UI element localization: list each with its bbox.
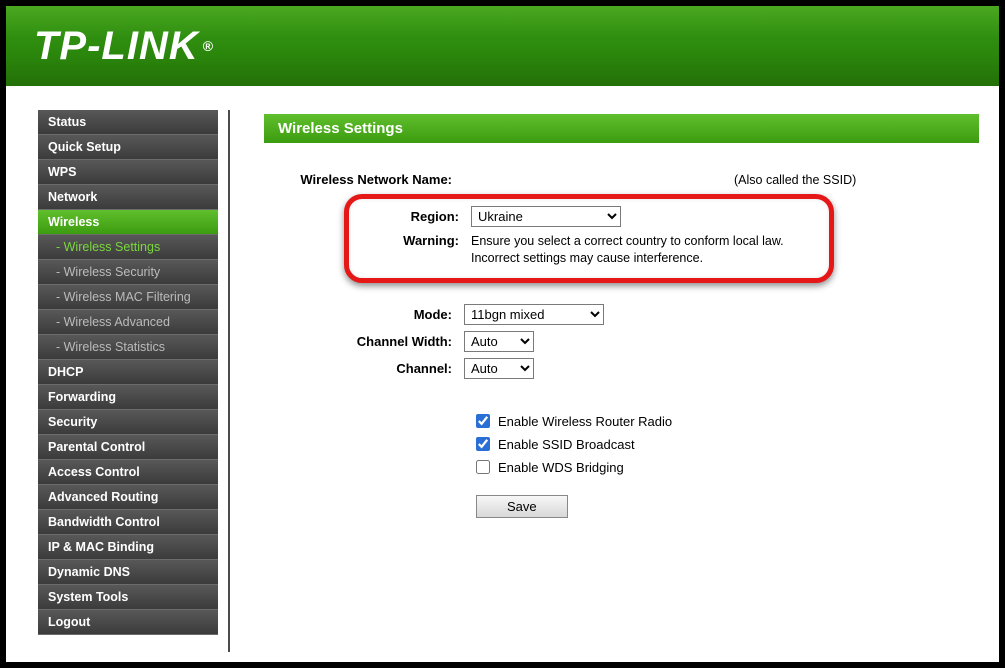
nav-network[interactable]: Network [38, 185, 218, 210]
nav-advanced-routing[interactable]: Advanced Routing [38, 485, 218, 510]
channel-label: Channel: [264, 361, 464, 376]
nav-ip-mac-binding[interactable]: IP & MAC Binding [38, 535, 218, 560]
brand-text: TP-LINK [34, 24, 199, 69]
channel-width-select[interactable]: Auto [464, 331, 534, 352]
sidebar-nav: Status Quick Setup WPS Network Wireless … [38, 86, 218, 662]
nav-parental-control[interactable]: Parental Control [38, 435, 218, 460]
nav-logout[interactable]: Logout [38, 610, 218, 635]
page-title: Wireless Settings [264, 114, 979, 143]
ssid-label: Wireless Network Name: [264, 172, 464, 187]
nav-access-control[interactable]: Access Control [38, 460, 218, 485]
registered-mark: ® [203, 38, 214, 54]
warning-text-2: Incorrect settings may cause interferenc… [471, 250, 784, 267]
header-bar: TP-LINK® [6, 6, 999, 86]
nav-wireless-advanced[interactable]: - Wireless Advanced [38, 310, 218, 335]
nav-security[interactable]: Security [38, 410, 218, 435]
region-label: Region: [271, 209, 471, 224]
nav-forwarding[interactable]: Forwarding [38, 385, 218, 410]
nav-quick-setup[interactable]: Quick Setup [38, 135, 218, 160]
nav-system-tools[interactable]: System Tools [38, 585, 218, 610]
nav-wireless[interactable]: Wireless [38, 210, 218, 235]
nav-wireless-mac[interactable]: - Wireless MAC Filtering [38, 285, 218, 310]
save-button[interactable]: Save [476, 495, 568, 518]
region-callout: Region: Ukraine Warning: Ensure you sele… [344, 194, 834, 283]
nav-dhcp[interactable]: DHCP [38, 360, 218, 385]
mode-select[interactable]: 11bgn mixed [464, 304, 604, 325]
warning-text-1: Ensure you select a correct country to c… [471, 233, 784, 250]
nav-status[interactable]: Status [38, 110, 218, 135]
enable-wds-label[interactable]: Enable WDS Bridging [498, 460, 624, 475]
region-select[interactable]: Ukraine [471, 206, 621, 227]
enable-ssid-checkbox[interactable] [476, 437, 490, 451]
nav-dynamic-dns[interactable]: Dynamic DNS [38, 560, 218, 585]
mode-label: Mode: [264, 307, 464, 322]
channel-select[interactable]: Auto [464, 358, 534, 379]
enable-wds-checkbox[interactable] [476, 460, 490, 474]
enable-ssid-label[interactable]: Enable SSID Broadcast [498, 437, 635, 452]
nav-wireless-statistics[interactable]: - Wireless Statistics [38, 335, 218, 360]
content-area: Wireless Settings Wireless Network Name:… [230, 86, 999, 662]
nav-wireless-security[interactable]: - Wireless Security [38, 260, 218, 285]
brand-logo: TP-LINK® [34, 24, 214, 69]
ssid-hint: (Also called the SSID) [734, 173, 856, 187]
nav-wireless-settings[interactable]: - Wireless Settings [38, 235, 218, 260]
warning-label: Warning: [271, 233, 471, 248]
enable-radio-label[interactable]: Enable Wireless Router Radio [498, 414, 672, 429]
channel-width-label: Channel Width: [264, 334, 464, 349]
nav-wps[interactable]: WPS [38, 160, 218, 185]
nav-bandwidth-control[interactable]: Bandwidth Control [38, 510, 218, 535]
enable-radio-checkbox[interactable] [476, 414, 490, 428]
